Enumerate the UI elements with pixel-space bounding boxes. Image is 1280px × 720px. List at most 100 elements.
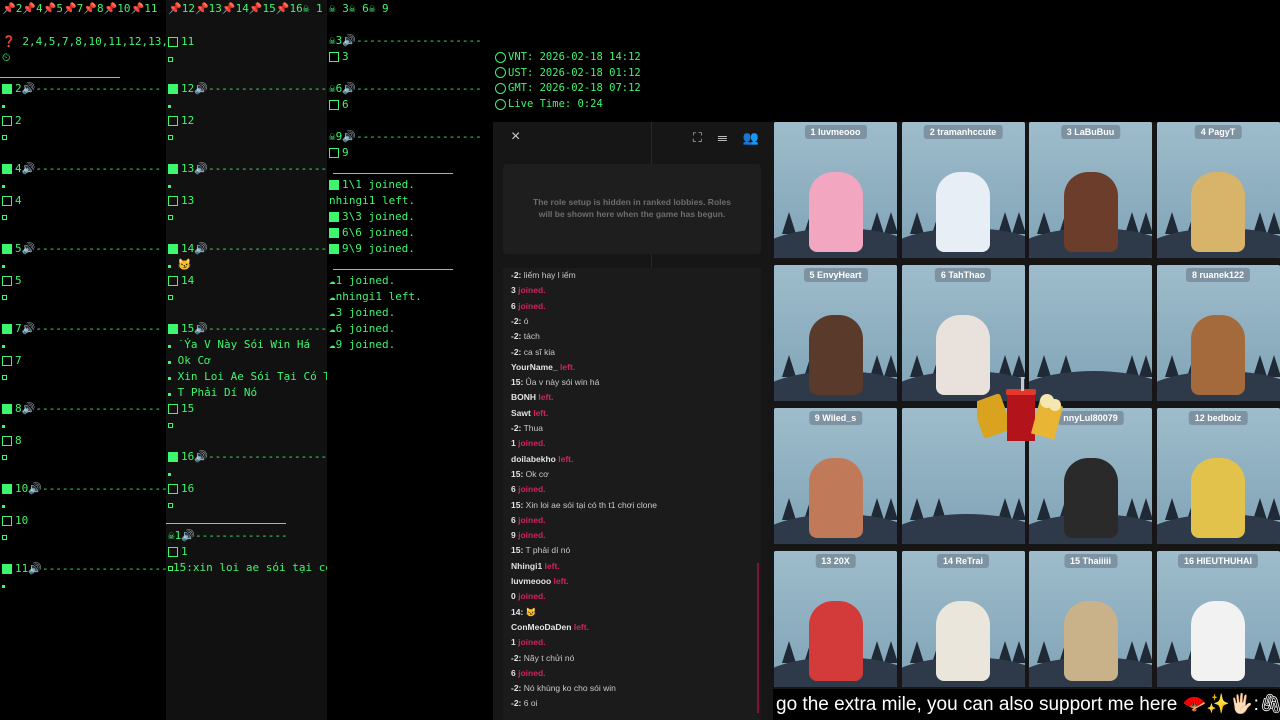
toolbar-icons[interactable]: ⛶ ☰ 👥 [693, 130, 765, 146]
player-card[interactable]: 3 LaBuBuu [1029, 122, 1152, 258]
player-card[interactable]: 12 bedboiz [1156, 408, 1280, 544]
tree-icon [782, 641, 796, 663]
speaker-icon: 🔊------------------- [21, 82, 162, 95]
bullet-row [168, 466, 171, 479]
vnt-time: VNT: 2026-02-18 14:12 [495, 50, 641, 66]
avatar [1191, 315, 1245, 395]
bullet-icon [168, 135, 173, 140]
game-toolbar: × ⛶ ☰ 👥 [503, 126, 765, 150]
tree-icon [884, 355, 897, 377]
chat-message: ˙Ýa V Này Sói Win Há [168, 338, 310, 351]
clock-icon [495, 98, 506, 110]
close-icon[interactable]: × [511, 128, 520, 146]
clock-icon: ⏲ [2, 51, 11, 64]
tree-icon [1139, 498, 1152, 520]
player-card[interactable]: 16 HIEUTHUHAI [1156, 551, 1280, 687]
bullet-icon [2, 295, 7, 300]
bullet-icon [168, 377, 171, 380]
tree-icon [884, 641, 897, 663]
square-icon [168, 452, 178, 462]
chat-line: YourName_ left. [511, 361, 576, 372]
bullet-row [168, 98, 171, 111]
square-icon [2, 164, 12, 174]
checkbox-icon [329, 100, 339, 110]
player-label: 15 [168, 402, 194, 415]
bullet-icon [168, 265, 171, 268]
bullet-icon [168, 423, 173, 428]
player-card[interactable]: 4 PagyT [1156, 122, 1280, 258]
chat-line: 1 joined. [511, 637, 546, 648]
tree-icon [1139, 355, 1152, 377]
bullet-row [2, 530, 7, 543]
bullet-icon [2, 265, 5, 268]
player-name-tag: 1 luvmeooo [804, 125, 867, 139]
chat-scrollbar[interactable] [757, 563, 759, 713]
player-name-tag: 2 tramanhccute [923, 125, 1003, 139]
bullet-row [2, 210, 7, 223]
tree-icon [782, 212, 796, 234]
player-label: 13 [168, 194, 194, 207]
tree-icon [1164, 498, 1179, 520]
player-card[interactable]: 8 ruanek122 [1156, 265, 1280, 401]
player-label: 12 [168, 114, 194, 127]
player-card[interactable]: 5 EnvyHeart [774, 265, 897, 401]
checkbox-icon [2, 276, 12, 286]
player-name-tag: 16 HIEUTHUHAI [1177, 554, 1259, 568]
player-card[interactable]: 13 20X [774, 551, 897, 687]
square-icon [329, 180, 339, 190]
checkbox-icon [2, 116, 12, 126]
checkbox-icon [2, 356, 12, 366]
live-time: Live Time: 0:24 [495, 97, 641, 113]
player-heading: 8🔊------------------- [2, 402, 161, 415]
player-heading: 14🔊------------------- [168, 242, 327, 255]
clock-icon [495, 67, 506, 79]
bullet-icon [168, 105, 171, 108]
join-event: 1\1 joined. [329, 178, 415, 191]
chat-line: 1 joined. [511, 438, 546, 449]
divider [333, 173, 453, 174]
chat-line: -2: ó [511, 315, 529, 326]
square-icon [2, 244, 12, 254]
avatar [936, 601, 990, 681]
cloud-icon: ☁ [329, 274, 336, 287]
player-card[interactable]: 2 tramanhccute [901, 122, 1025, 258]
bullet-icon [168, 185, 171, 188]
chat-line: BONH left. [511, 392, 554, 403]
square-icon [329, 228, 339, 238]
player-heading: 16🔊------------------- [168, 450, 327, 463]
tree-icon [909, 355, 924, 377]
tree-icon [1266, 212, 1280, 234]
terminal-column-1: 📌2📌4📌5📌7📌8📌10📌11 ❓ 2,4,5,7,8,10,11,12,13… [0, 0, 166, 720]
chat-line: -2: liếm hay l iếm [511, 270, 576, 280]
checkbox-icon [168, 37, 178, 47]
join-event: ☁3 joined. [329, 306, 396, 319]
player-label: 8 [2, 434, 22, 447]
bullet-row [2, 178, 5, 191]
player-label: 9 [329, 146, 349, 159]
bullet-icon [2, 135, 7, 140]
bullet-row [168, 178, 171, 191]
chat-log[interactable]: -2: liếm hay l iếm 3 joined. 6 joined. -2: … [503, 268, 761, 720]
avatar [1063, 601, 1118, 681]
square-icon [329, 212, 339, 222]
chat-line: Nhingi1 left. [511, 560, 560, 571]
chat-line: -2: Nó khùng ko cho sói win [511, 683, 616, 694]
bullet-icon [2, 535, 7, 540]
bullet-icon [2, 215, 7, 220]
chat-line: 9 joined. [511, 530, 546, 541]
avatar [1063, 172, 1118, 252]
tree-icon [1011, 498, 1025, 520]
player-card[interactable]: 15 Thaiiiii [1029, 551, 1152, 687]
square-icon [168, 84, 178, 94]
ust-time: UST: 2026-02-18 01:12 [495, 66, 641, 82]
checkbox-icon [2, 436, 12, 446]
tree-icon [1164, 355, 1179, 377]
player-card[interactable]: 9 Wiled_s [774, 408, 897, 544]
player-card[interactable]: 14 ReTrai [901, 551, 1025, 687]
tree-icon [1164, 641, 1179, 663]
tree-icon [884, 498, 897, 520]
square-icon [2, 404, 12, 414]
stream-caption: go the extra mile, you can also support … [773, 689, 1280, 720]
bullet-icon [168, 361, 171, 364]
player-card[interactable]: 1 luvmeooo [774, 122, 897, 258]
